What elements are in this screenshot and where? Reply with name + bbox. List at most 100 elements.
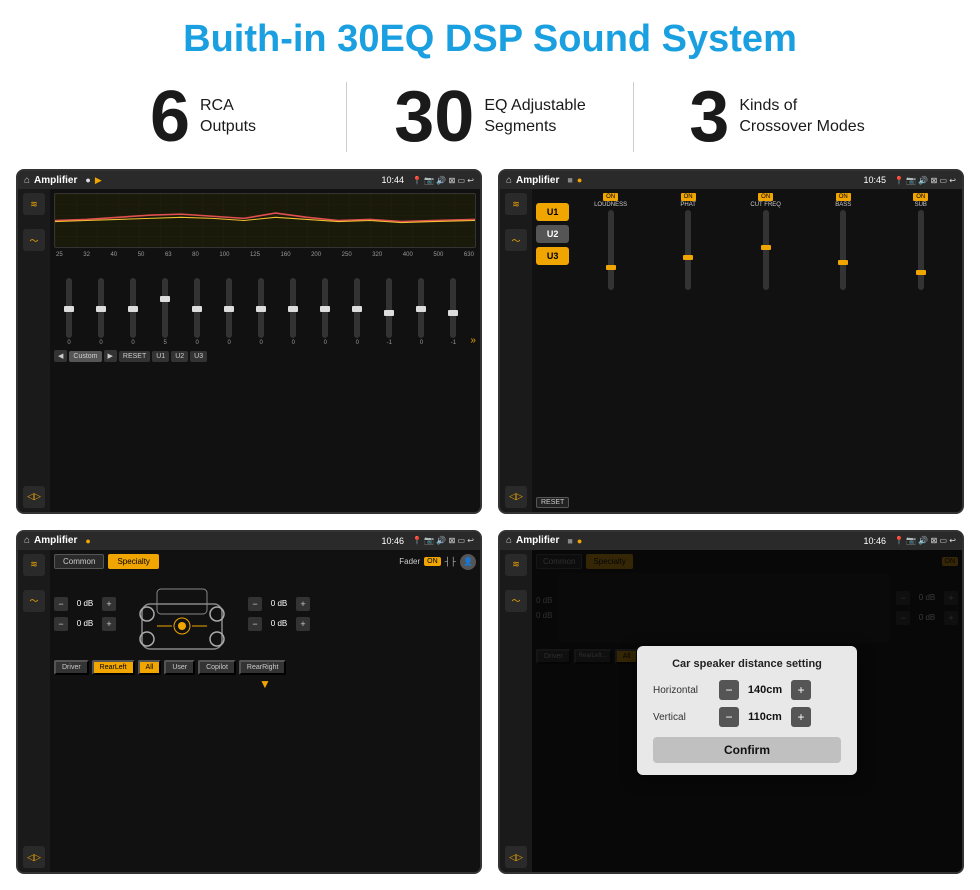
nav-arrows[interactable]: ▼ — [54, 677, 476, 691]
u3-btn[interactable]: U3 — [190, 351, 207, 362]
custom-btn[interactable]: Custom — [69, 351, 101, 362]
vertical-plus[interactable]: + — [791, 707, 811, 727]
slider-track-1[interactable] — [98, 278, 104, 338]
next-btn[interactable]: ▶ — [104, 350, 117, 362]
home-icon-2[interactable]: ⌂ — [506, 175, 512, 186]
sub-on[interactable]: ON — [913, 193, 928, 201]
wave-sidebar-icon-4[interactable]: 〜 — [505, 590, 527, 612]
speaker-sidebar-icon-4[interactable]: ◁▷ — [505, 846, 527, 868]
u2-select[interactable]: U2 — [536, 225, 569, 243]
dialog-title: Car speaker distance setting — [653, 658, 841, 670]
eq-sidebar-icon[interactable]: ≋ — [23, 193, 45, 215]
db-minus-lb[interactable]: − — [54, 617, 68, 631]
stats-row: 6 RCA Outputs 30 EQ Adjustable Segments … — [0, 71, 980, 169]
sub-slider[interactable] — [918, 210, 924, 290]
slider-thumb-5[interactable] — [224, 306, 234, 312]
db-plus-lb[interactable]: + — [102, 617, 116, 631]
cutfreq-on[interactable]: ON — [758, 193, 773, 201]
prev-btn[interactable]: ◀ — [54, 350, 67, 362]
db-plus-rb[interactable]: + — [296, 617, 310, 631]
confirm-button[interactable]: Confirm — [653, 737, 841, 763]
wave-sidebar-icon[interactable]: 〜 — [23, 229, 45, 251]
db-plus-lt[interactable]: + — [102, 597, 116, 611]
slider-track-4[interactable] — [194, 278, 200, 338]
home-icon-4[interactable]: ⌂ — [506, 535, 512, 546]
slider-track-7[interactable] — [290, 278, 296, 338]
loudness-on[interactable]: ON — [603, 193, 618, 201]
speaker-sidebar-icon[interactable]: ◁▷ — [23, 486, 45, 508]
slider-thumb-11[interactable] — [416, 306, 426, 312]
slider-thumb-4[interactable] — [192, 306, 202, 312]
db-left-bottom: − 0 dB + — [54, 617, 116, 631]
expand-icon[interactable]: » — [470, 335, 476, 346]
status-bar-2: ⌂ Amplifier ■ ● 10:45 📍 📷 🔊 ⊠ ▭ ↩ — [500, 171, 962, 189]
wave-sidebar-icon-3[interactable]: 〜 — [23, 590, 45, 612]
db-plus-rt[interactable]: + — [296, 597, 310, 611]
ch-bass: ON BASS — [806, 193, 881, 508]
reset-btn-2[interactable]: RESET — [536, 497, 569, 508]
slider-track-8[interactable] — [322, 278, 328, 338]
slider-track-9[interactable] — [354, 278, 360, 338]
u1-btn[interactable]: U1 — [152, 351, 169, 362]
slider-thumb-8[interactable] — [320, 306, 330, 312]
specialty-tab[interactable]: Specialty — [108, 554, 158, 569]
slider-track-11[interactable] — [418, 278, 424, 338]
eq-sidebar-icon-2[interactable]: ≋ — [505, 193, 527, 215]
slider-track-12[interactable] — [450, 278, 456, 338]
horizontal-minus[interactable]: − — [719, 680, 739, 700]
eq-sidebar-icon-3[interactable]: ≋ — [23, 554, 45, 576]
slider-track-10[interactable] — [386, 278, 392, 338]
loudness-slider[interactable] — [608, 210, 614, 290]
db-minus-rb[interactable]: − — [248, 617, 262, 631]
cutfreq-thumb[interactable] — [761, 245, 771, 250]
vertical-value: 110cm — [745, 711, 785, 723]
bass-on[interactable]: ON — [836, 193, 851, 201]
sub-thumb[interactable] — [916, 270, 926, 275]
reset-btn[interactable]: RESET — [119, 351, 150, 362]
slider-thumb-7[interactable] — [288, 306, 298, 312]
slider-track-2[interactable] — [130, 278, 136, 338]
slider-thumb-9[interactable] — [352, 306, 362, 312]
db-right-top: − 0 dB + — [248, 597, 310, 611]
slider-track-3[interactable] — [162, 278, 168, 338]
slider-track-0[interactable] — [66, 278, 72, 338]
phat-on[interactable]: ON — [681, 193, 696, 201]
rearright-btn[interactable]: RearRight — [239, 660, 287, 675]
home-icon-3[interactable]: ⌂ — [24, 535, 30, 546]
db-minus-lt[interactable]: − — [54, 597, 68, 611]
slider-thumb-1[interactable] — [96, 306, 106, 312]
phat-thumb[interactable] — [683, 255, 693, 260]
phat-slider[interactable] — [685, 210, 691, 290]
common-tab[interactable]: Common — [54, 554, 104, 569]
vertical-minus[interactable]: − — [719, 707, 739, 727]
ch-cutfreq: ON CUT FREQ — [728, 193, 803, 508]
db-minus-rt[interactable]: − — [248, 597, 262, 611]
slider-thumb-2[interactable] — [128, 306, 138, 312]
bottom-buttons-3: Driver RearLeft All User Copilot RearRig… — [54, 660, 476, 675]
u3-select[interactable]: U3 — [536, 247, 569, 265]
slider-thumb-3[interactable] — [160, 296, 170, 302]
speaker-sidebar-icon-2[interactable]: ◁▷ — [505, 486, 527, 508]
slider-thumb-12[interactable] — [448, 310, 458, 316]
driver-btn[interactable]: Driver — [54, 660, 89, 675]
cutfreq-slider[interactable] — [763, 210, 769, 290]
u2-btn[interactable]: U2 — [171, 351, 188, 362]
u1-select[interactable]: U1 — [536, 203, 569, 221]
bass-slider[interactable] — [840, 210, 846, 290]
wave-sidebar-icon-2[interactable]: 〜 — [505, 229, 527, 251]
eq-sidebar-icon-4[interactable]: ≋ — [505, 554, 527, 576]
fader-on-badge[interactable]: ON — [424, 557, 441, 566]
slider-thumb-0[interactable] — [64, 306, 74, 312]
bass-thumb[interactable] — [838, 260, 848, 265]
slider-track-5[interactable] — [226, 278, 232, 338]
loudness-thumb[interactable] — [606, 265, 616, 270]
slider-track-6[interactable] — [258, 278, 264, 338]
horizontal-plus[interactable]: + — [791, 680, 811, 700]
slider-thumb-6[interactable] — [256, 306, 266, 312]
left-sidebar-1: ≋ 〜 ◁▷ — [18, 189, 50, 512]
speaker-sidebar-icon-3[interactable]: ◁▷ — [23, 846, 45, 868]
channel-strips: ON LOUDNESS ON PHAT — [573, 193, 958, 508]
slider-thumb-10[interactable] — [384, 310, 394, 316]
home-icon-1[interactable]: ⌂ — [24, 175, 30, 186]
stat-number-30: 30 — [394, 81, 474, 153]
